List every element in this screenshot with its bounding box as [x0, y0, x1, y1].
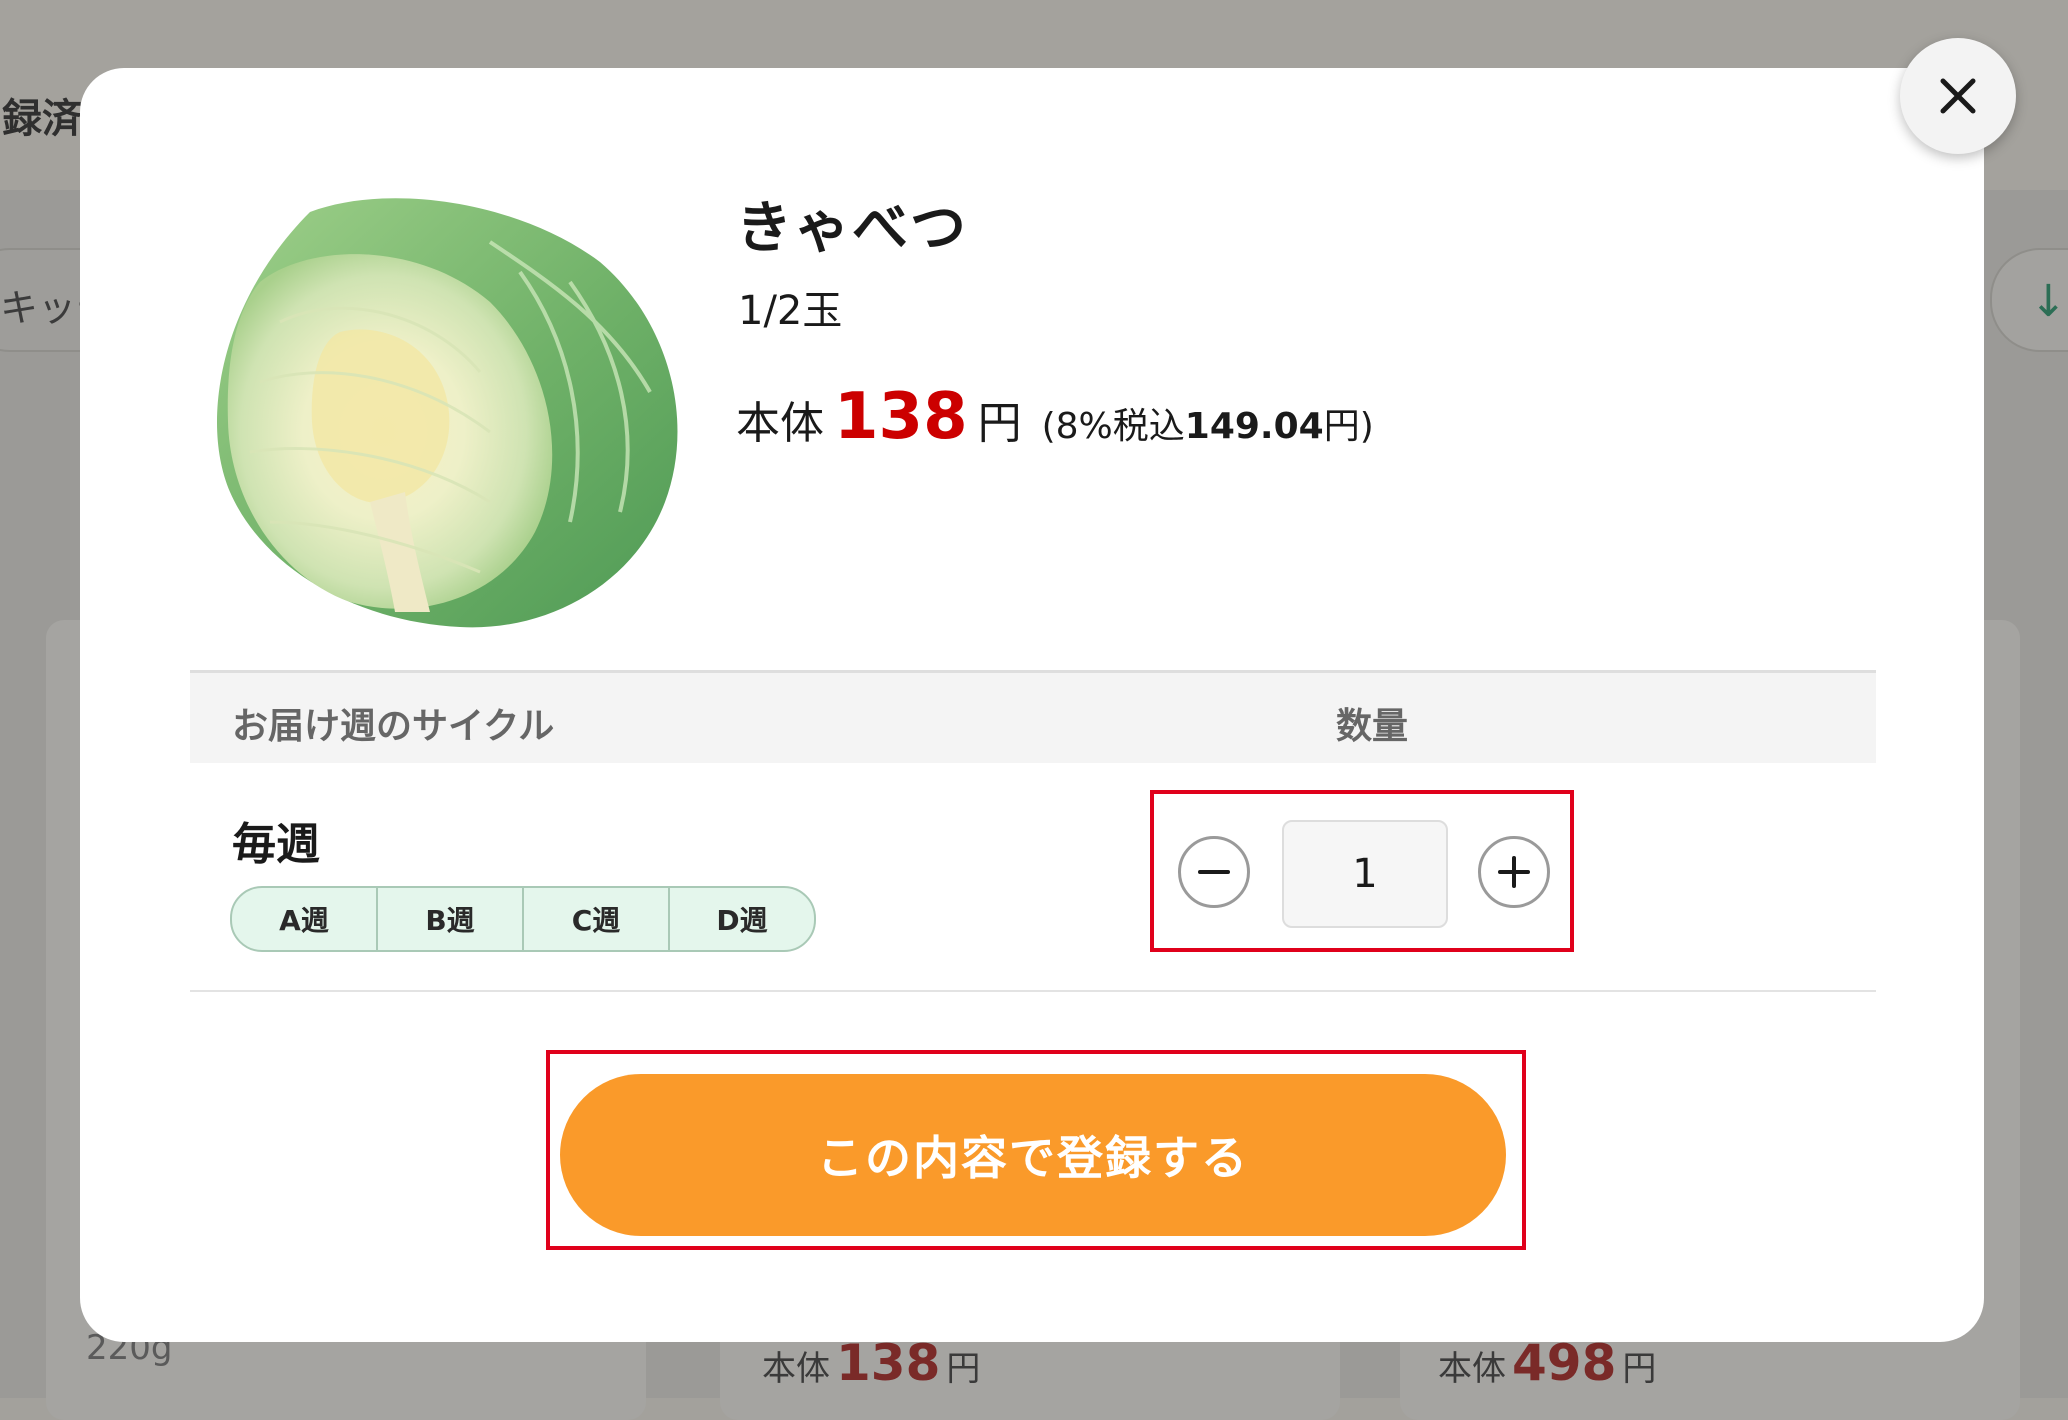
- week-chip-group: A週 B週 C週 D週: [230, 886, 816, 952]
- delivery-cycle-title: 毎週: [232, 819, 320, 870]
- price-tax-included: (8%税込149.04円): [1042, 397, 1374, 449]
- column-header-quantity: 数量: [1336, 706, 1409, 747]
- background-price-value: 498: [1512, 1334, 1617, 1392]
- price-tax-value: 149.04: [1184, 406, 1324, 447]
- background-price-unit: 円: [1622, 1349, 1657, 1389]
- register-button[interactable]: この内容で登録する: [560, 1074, 1506, 1236]
- price-tax-prefix: (8%税込: [1041, 406, 1185, 447]
- week-chip-d: D週: [716, 904, 768, 937]
- background-card-price: 本体 138 円: [762, 1334, 980, 1392]
- delivery-table-header: お届け週のサイクル 数量: [190, 670, 1876, 763]
- week-chip-c: C週: [524, 888, 670, 950]
- increment-button[interactable]: [1478, 836, 1550, 908]
- background-card-price: 本体 498 円: [1438, 1334, 1656, 1392]
- table-row-divider: [190, 990, 1876, 992]
- price-label: 本体: [736, 398, 824, 449]
- week-chip-b: B週: [378, 888, 524, 950]
- background-price-label: 本体: [762, 1349, 830, 1389]
- background-price-value: 138: [836, 1334, 941, 1392]
- arrow-down-icon: ↓: [2030, 276, 2067, 327]
- close-button[interactable]: [1900, 38, 2016, 154]
- price-unit: 円: [977, 398, 1022, 449]
- price-tax-suffix: 円): [1323, 406, 1374, 447]
- close-icon: [1940, 78, 1976, 114]
- product-image: [216, 198, 678, 628]
- background-price-label: 本体: [1438, 1349, 1506, 1389]
- background-price-unit: 円: [946, 1349, 981, 1389]
- column-header-cycle: お届け週のサイクル: [232, 706, 555, 747]
- background-registered-label: 録済: [2, 96, 82, 142]
- decrement-button[interactable]: [1178, 836, 1250, 908]
- price-value: 138: [834, 380, 968, 454]
- product-modal: きゃべつ 1/2玉 本体 138 円 (8%税込149.04円) お届け週のサイ…: [80, 68, 1984, 1342]
- product-price: 本体 138 円 (8%税込149.04円): [736, 380, 1374, 454]
- minus-icon: [1198, 870, 1230, 874]
- product-size: 1/2玉: [738, 288, 843, 334]
- quantity-input[interactable]: [1282, 820, 1448, 928]
- product-name: きゃべつ: [736, 196, 968, 261]
- week-chip-a: A週: [232, 888, 378, 950]
- plus-icon: [1498, 856, 1530, 888]
